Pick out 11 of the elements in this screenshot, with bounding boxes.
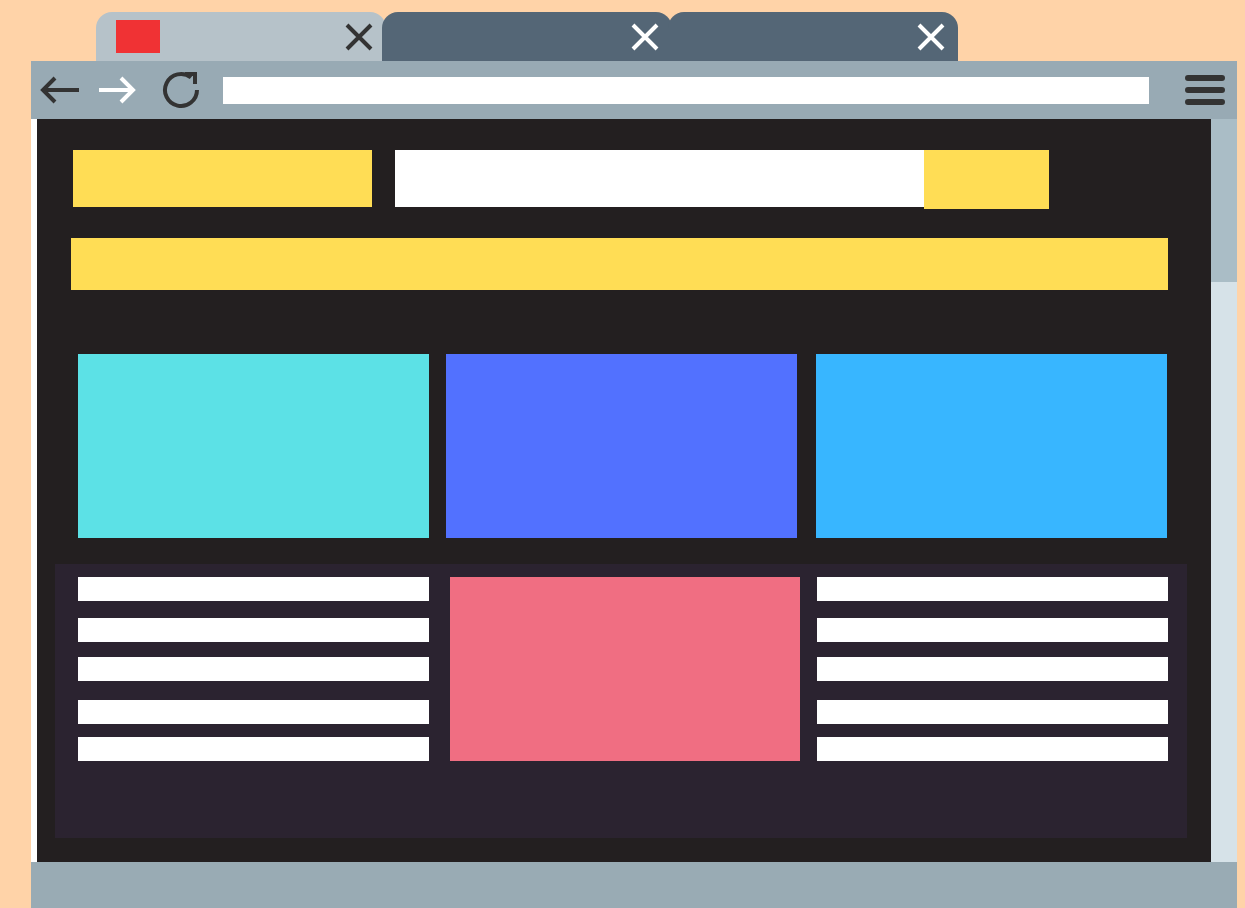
browser-tab[interactable] [382,12,672,61]
back-icon[interactable] [39,75,81,105]
close-icon[interactable] [344,21,374,52]
address-bar[interactable] [223,76,1149,104]
browser-tab[interactable] [668,12,958,61]
scrollbar[interactable] [1211,119,1237,862]
browser-tab[interactable] [96,12,386,61]
scrollbar-thumb[interactable] [1211,119,1237,282]
menu-icon[interactable] [1185,74,1225,106]
search-field[interactable] [395,150,924,207]
forward-icon[interactable] [97,75,137,105]
